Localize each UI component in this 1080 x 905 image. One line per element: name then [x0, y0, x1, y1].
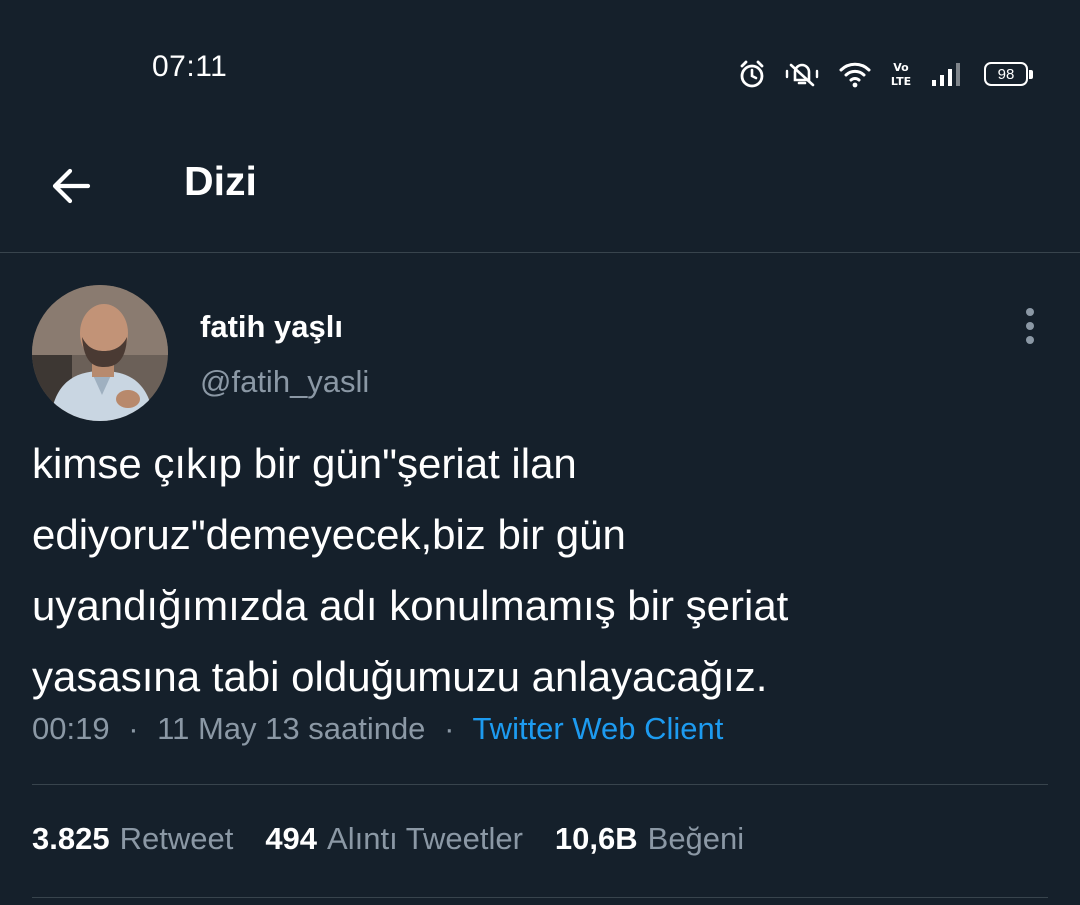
author-name[interactable]: fatih yaşlı — [200, 309, 343, 345]
tweet-text: kimse çıkıp bir gün"şeriat ilan ediyoruz… — [32, 440, 789, 700]
retweet-count-label: Retweet — [119, 821, 234, 856]
quote-count-label: Alıntı Tweetler — [327, 821, 523, 856]
stats-divider-bottom — [32, 897, 1048, 898]
header-divider — [0, 252, 1080, 253]
arrow-left-icon[interactable] — [44, 158, 100, 214]
more-options-icon[interactable] — [1012, 304, 1048, 348]
wifi-icon — [839, 62, 871, 88]
retweet-count-value: 3.825 — [32, 821, 110, 856]
mute-vibrate-icon — [785, 63, 819, 87]
stats-divider-top — [32, 784, 1048, 785]
status-icons: Vo LTE 98 — [720, 54, 1033, 94]
like-count-label: Beğeni — [647, 821, 745, 856]
meta-separator: · — [444, 711, 455, 746]
quote-count-value: 494 — [265, 821, 318, 856]
like-count[interactable]: 10,6B Beğeni — [555, 821, 744, 857]
avatar[interactable] — [32, 285, 168, 421]
tweet-time: 00:19 — [32, 711, 110, 746]
avatar-image — [32, 285, 168, 421]
page-title: Dizi — [184, 158, 257, 204]
battery-icon: 98 — [984, 62, 1033, 86]
tweet-meta: 00:19 · 11 May 13 saatinde · Twitter Web… — [32, 711, 723, 747]
battery-level: 98 — [997, 65, 1015, 83]
volte-icon: Vo LTE — [891, 61, 911, 88]
tweet-date: 11 May 13 saatinde — [157, 711, 426, 746]
like-count-value: 10,6B — [554, 821, 638, 856]
alarm-icon — [740, 60, 764, 88]
status-clock: 07:11 — [152, 50, 228, 83]
thread-header: Dizi — [0, 120, 1080, 252]
tweet-stats: 3.825 Retweet 494 Alıntı Tweetler 10,6B Beğ… — [32, 821, 776, 857]
signal-icon — [932, 63, 960, 86]
meta-separator: · — [128, 711, 139, 746]
retweet-count[interactable]: 3.825 Retweet — [32, 821, 233, 857]
svg-text:LTE: LTE — [891, 75, 911, 88]
tweet-client-link[interactable]: Twitter Web Client — [472, 711, 723, 746]
quote-count[interactable]: 494 Alıntı Tweetler — [265, 821, 523, 857]
svg-text:Vo: Vo — [893, 61, 909, 74]
status-bar: 07:11 Vo LTE 98 — [0, 0, 1080, 120]
author-handle[interactable]: @fatih_yasli — [200, 364, 369, 400]
